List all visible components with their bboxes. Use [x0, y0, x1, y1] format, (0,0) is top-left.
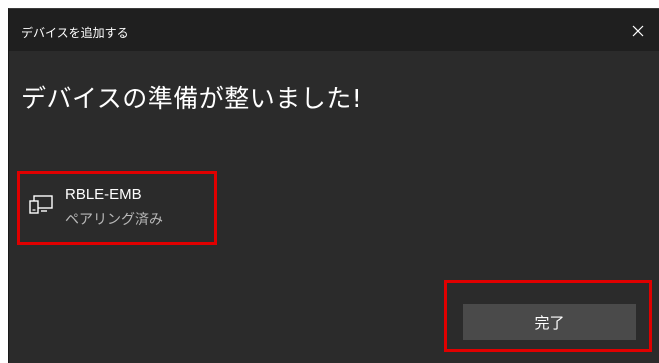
- add-device-dialog: デバイスを追加する デバイスの準備が整いました! RBLE-EMB ペアリング済…: [8, 8, 659, 363]
- title-bar: デバイスを追加する: [9, 9, 659, 51]
- device-status: ペアリング済み: [65, 212, 163, 228]
- done-button-highlight: 完了: [444, 280, 652, 352]
- close-icon: [632, 25, 644, 37]
- device-icon: [29, 195, 53, 214]
- device-list-item[interactable]: RBLE-EMB ペアリング済み: [17, 171, 217, 245]
- page-title: デバイスの準備が整いました!: [21, 84, 363, 113]
- device-name: RBLE-EMB: [65, 186, 142, 203]
- window-title: デバイスを追加する: [21, 26, 129, 40]
- done-button[interactable]: 完了: [463, 304, 636, 340]
- close-button[interactable]: [617, 15, 659, 47]
